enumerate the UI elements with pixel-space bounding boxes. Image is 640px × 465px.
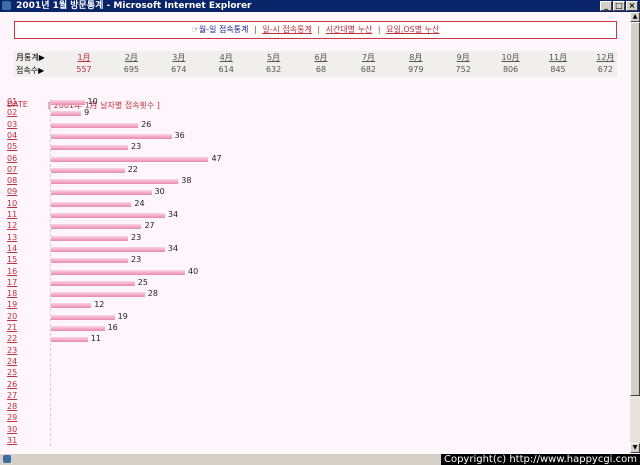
maximize-button[interactable]: □: [613, 1, 625, 11]
day-link[interactable]: 30: [7, 425, 37, 435]
window-title: 2001년 1월 방문통계 - Microsoft Internet Explo…: [16, 1, 252, 11]
day-link[interactable]: 19: [7, 300, 37, 310]
day-visit-bar: [51, 179, 179, 185]
day-visit-value: 40: [188, 266, 199, 276]
day-link[interactable]: 12: [7, 221, 37, 231]
day-visit-bar: [51, 156, 209, 162]
scroll-up-button[interactable]: ▲: [630, 12, 640, 22]
day-link[interactable]: 15: [7, 255, 37, 265]
day-visit-bar: [51, 190, 152, 196]
ie-icon: [2, 1, 11, 10]
day-visit-value: 47: [211, 153, 222, 163]
day-visit-bar: [51, 111, 82, 117]
window-title-bar: 2001년 1월 방문통계 - Microsoft Internet Explo…: [0, 0, 640, 12]
day-link[interactable]: 03: [7, 120, 37, 130]
day-visit-value: 9: [84, 108, 90, 118]
scroll-thumb[interactable]: [630, 22, 640, 396]
day-link[interactable]: 31: [7, 436, 37, 446]
day-link[interactable]: 10: [7, 199, 37, 209]
minimize-button[interactable]: _: [600, 1, 612, 11]
day-visit-bar: [51, 314, 115, 320]
daily-visits-chart: 01 10 02 9 03 26 04 36 05 23 06 47 07 22 08 38 09 30 10 24 1…: [0, 12, 630, 453]
day-visit-value: 34: [167, 210, 179, 219]
day-visit-value: 23: [131, 255, 142, 265]
day-visit-value: 25: [137, 277, 148, 287]
day-link[interactable]: 28: [7, 402, 37, 412]
day-link[interactable]: 27: [7, 391, 37, 401]
day-visit-bar: [51, 213, 165, 218]
day-link[interactable]: 22: [7, 334, 37, 344]
day-link[interactable]: 06: [7, 154, 37, 164]
day-visit-bar: [51, 145, 129, 151]
day-link[interactable]: 18: [7, 289, 37, 299]
day-visit-value: 36: [174, 130, 185, 140]
copyright-text: Copyright(c) http://www.happycgi.com: [440, 454, 640, 465]
day-visit-bar: [51, 246, 165, 252]
day-link[interactable]: 23: [7, 346, 37, 356]
day-visit-bar: [51, 326, 105, 331]
day-link[interactable]: 08: [7, 176, 37, 186]
day-link[interactable]: 20: [7, 312, 37, 322]
day-link[interactable]: 09: [7, 187, 37, 197]
day-visit-value: 24: [134, 198, 145, 208]
day-link[interactable]: 01: [7, 97, 37, 107]
day-link[interactable]: 05: [7, 142, 37, 152]
day-link[interactable]: 13: [7, 233, 37, 243]
day-visit-bar: [51, 292, 145, 298]
status-bar: Copyright(c) http://www.happycgi.com: [0, 453, 640, 465]
day-visit-value: 22: [127, 164, 138, 174]
day-visit-bar: [51, 224, 142, 230]
day-visit-value: 34: [167, 243, 179, 253]
day-visit-bar: [51, 201, 132, 207]
day-visit-bar: [51, 269, 185, 275]
day-link[interactable]: 25: [7, 368, 37, 378]
vertical-scrollbar[interactable]: ▲ ▼: [630, 12, 640, 453]
day-visit-bar: [51, 303, 92, 309]
day-visit-value: 16: [107, 323, 118, 332]
day-link[interactable]: 04: [7, 131, 37, 141]
day-visit-bar: [51, 258, 129, 264]
scroll-down-button[interactable]: ▼: [630, 443, 640, 453]
day-visit-value: 27: [144, 221, 155, 231]
day-visit-bar: [51, 167, 125, 173]
page-content: ☞월-일 접속통계 | 일-시 접속통계 | 시간대별 누산 | 요일,OS별 …: [0, 12, 630, 453]
day-link[interactable]: 02: [7, 108, 37, 118]
day-link[interactable]: 24: [7, 357, 37, 367]
day-visit-bar: [51, 235, 129, 241]
day-visit-bar: [51, 122, 139, 128]
day-link[interactable]: 07: [7, 165, 37, 175]
day-link[interactable]: 16: [7, 267, 37, 277]
day-visit-value: 12: [94, 300, 105, 310]
day-visit-value: 23: [131, 142, 142, 152]
day-visit-value: 10: [87, 97, 98, 106]
day-visit-value: 23: [131, 232, 142, 242]
day-visit-value: 28: [147, 289, 158, 299]
day-visit-bar: [51, 100, 85, 105]
day-visit-value: 26: [141, 119, 152, 129]
day-visit-value: 38: [181, 176, 192, 186]
day-link[interactable]: 14: [7, 244, 37, 254]
day-visit-value: 30: [154, 187, 165, 197]
day-visit-value: 11: [90, 334, 102, 344]
day-visit-bar: [51, 337, 88, 343]
day-link[interactable]: 21: [7, 323, 37, 333]
day-visit-bar: [51, 133, 172, 139]
day-link[interactable]: 17: [7, 278, 37, 288]
page-status-icon: [3, 455, 11, 463]
day-visit-value: 19: [117, 311, 128, 321]
window-controls: _ □ ×: [600, 1, 638, 11]
day-link[interactable]: 26: [7, 380, 37, 390]
day-link[interactable]: 29: [7, 413, 37, 423]
day-visit-bar: [51, 280, 135, 286]
day-link[interactable]: 11: [7, 210, 37, 220]
close-button[interactable]: ×: [626, 1, 638, 11]
